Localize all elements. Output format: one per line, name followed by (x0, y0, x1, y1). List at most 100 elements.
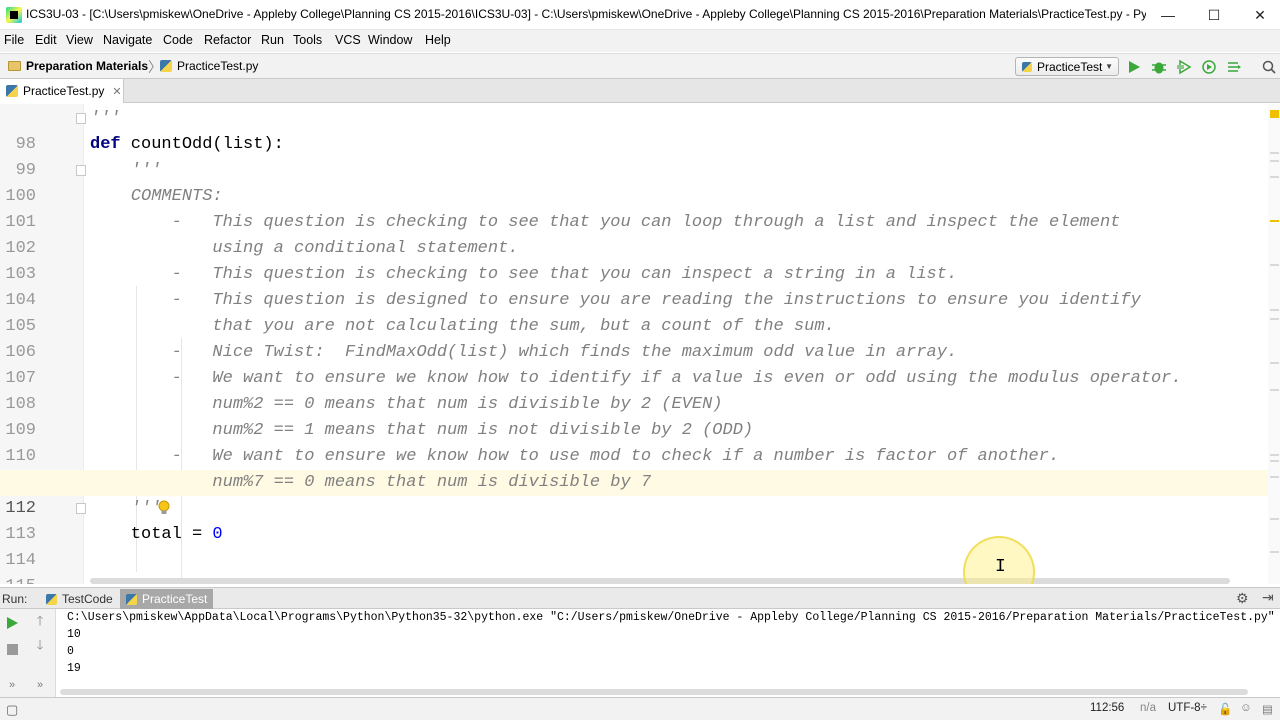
console-output-line: 10 (67, 628, 81, 641)
code-text: total = 0 (90, 522, 223, 548)
warning-marker[interactable] (1270, 110, 1279, 118)
console-horizontal-scrollbar[interactable] (60, 689, 1248, 695)
tasks-icon[interactable] (1225, 58, 1243, 76)
run-tab-label: TestCode (62, 592, 113, 606)
run-tab-practicetest[interactable]: PracticeTest (120, 589, 214, 609)
breadcrumb-file-label: PracticeTest.py (177, 59, 259, 73)
menu-refactor[interactable]: Refactor (204, 33, 251, 47)
code-line-current: 112 num%7 == 0 means that num is divisib… (0, 470, 1268, 518)
stop-icon[interactable] (4, 641, 20, 657)
code-line: 109 num%2 == 0 means that num is divisib… (0, 392, 1268, 440)
caret-position[interactable]: 112:56 (1090, 702, 1124, 714)
run-toolbar: Run: TestCode PracticeTest ⚙ ⇥ (0, 587, 1280, 609)
marker[interactable] (1270, 454, 1279, 456)
code-line: 101 COMMENTS: (0, 184, 1268, 232)
close-button[interactable]: ✕ (1237, 0, 1280, 30)
coverage-icon[interactable] (1175, 58, 1193, 76)
code-line: 104 - This question is checking to see t… (0, 262, 1268, 310)
code-editor[interactable]: 98 ''' 99 def countOdd(list): 100 ''' 10… (0, 104, 1280, 584)
code-text: COMMENTS: (90, 187, 223, 206)
status-bar: ▢ 112:56 n/a UTF-8÷ 🔓 ☺ ▤ (0, 697, 1280, 720)
code-text: that you are not calculating the sum, bu… (90, 317, 835, 336)
code-line: 106 that you are not calculating the sum… (0, 314, 1268, 362)
fold-marker-icon[interactable] (76, 113, 86, 124)
code-line: 111 - We want to ensure we know how to u… (0, 444, 1268, 492)
menu-vcs[interactable]: VCS (335, 33, 361, 47)
marker[interactable] (1270, 176, 1279, 178)
menu-view[interactable]: View (66, 33, 93, 47)
code-line: 98 ''' (0, 106, 1268, 154)
run-tab-testcode[interactable]: TestCode (40, 589, 119, 609)
editor-tab-bar: PracticeTest.py ✕ (0, 79, 1280, 103)
tool-windows-icon[interactable]: ▢ (6, 702, 18, 718)
menu-file[interactable]: File (4, 33, 24, 47)
marker[interactable] (1270, 309, 1279, 311)
maximize-button[interactable]: ☐ (1191, 0, 1237, 30)
fold-marker-icon[interactable] (76, 165, 86, 176)
rerun-icon[interactable] (4, 615, 20, 631)
menu-window[interactable]: Window (368, 33, 412, 47)
menu-run[interactable]: Run (261, 33, 284, 47)
code-text: num%7 == 0 means that num is divisible b… (90, 473, 652, 492)
folder-icon (8, 61, 21, 71)
number-literal: 0 (212, 525, 223, 544)
marker[interactable] (1270, 160, 1279, 162)
up-arrow-icon[interactable]: 🡑 (32, 613, 48, 631)
encoding-status[interactable]: UTF-8÷ (1168, 702, 1207, 714)
code-text: - This question is checking to see that … (90, 213, 1121, 232)
run-configuration-select[interactable]: PracticeTest ▼ (1015, 57, 1119, 76)
marker[interactable] (1270, 476, 1279, 478)
more-icon[interactable]: » (32, 677, 48, 693)
run-console[interactable]: 🡑 🡓 » » C:\Users\pmiskew\AppData\Local\P… (0, 609, 1280, 697)
console-output-line: 0 (67, 645, 74, 658)
inspector-icon[interactable]: ☺ (1240, 702, 1252, 714)
code-text: def countOdd(list): (90, 132, 284, 158)
navigation-bar: Preparation Materials 〉 PracticeTest.py … (0, 53, 1280, 79)
marker[interactable] (1270, 551, 1279, 553)
marker[interactable] (1270, 362, 1279, 364)
python-file-icon (160, 60, 172, 72)
lock-icon[interactable]: 🔓 (1218, 702, 1232, 716)
marker[interactable] (1270, 518, 1279, 520)
code-line: 113 ''' (0, 496, 1268, 544)
warning-marker[interactable] (1270, 220, 1279, 222)
breadcrumb-file[interactable]: PracticeTest.py (160, 59, 258, 73)
code-line: 105 - This question is designed to ensur… (0, 288, 1268, 336)
profile-icon[interactable] (1200, 58, 1218, 76)
code-line: 114 total = 0 (0, 522, 1268, 570)
keyword-def: def (90, 135, 121, 154)
close-icon[interactable]: ✕ (112, 85, 121, 98)
minimize-button[interactable]: — (1145, 0, 1191, 30)
tab-label: PracticeTest.py (23, 84, 105, 98)
line-separator-status: n/a (1140, 702, 1156, 714)
menu-navigate[interactable]: Navigate (103, 33, 152, 47)
marker[interactable] (1270, 389, 1279, 391)
marker[interactable] (1270, 460, 1279, 462)
debug-icon[interactable] (1150, 58, 1168, 76)
fold-marker-icon[interactable] (76, 503, 86, 514)
down-arrow-icon[interactable]: 🡓 (32, 637, 48, 655)
console-output-line: C:\Users\pmiskew\AppData\Local\Programs\… (67, 611, 1275, 624)
hide-panel-icon[interactable]: ⇥ (1262, 589, 1274, 606)
marker[interactable] (1270, 152, 1279, 154)
error-stripe[interactable] (1268, 104, 1280, 584)
gear-icon[interactable]: ⚙ (1236, 590, 1249, 607)
menu-code[interactable]: Code (163, 33, 193, 47)
menu-edit[interactable]: Edit (35, 33, 57, 47)
search-icon[interactable] (1260, 58, 1278, 76)
expand-icon[interactable]: » (4, 677, 20, 693)
chevron-down-icon: ▼ (1105, 62, 1113, 71)
code-text: - We want to ensure we know how to use m… (90, 447, 1060, 466)
run-icon[interactable] (1125, 58, 1143, 76)
tab-practicetest-py[interactable]: PracticeTest.py ✕ (0, 79, 124, 103)
horizontal-scrollbar[interactable] (90, 578, 1230, 584)
notifications-icon[interactable]: ▤ (1262, 702, 1273, 716)
code-text: - Nice Twist: FindMaxOdd(list) which fin… (90, 343, 958, 362)
menu-help[interactable]: Help (425, 33, 451, 47)
menu-tools[interactable]: Tools (293, 33, 322, 47)
code-line: 108 - We want to ensure we know how to i… (0, 366, 1268, 414)
breadcrumb-folder[interactable]: Preparation Materials (8, 59, 148, 73)
marker[interactable] (1270, 318, 1279, 320)
python-file-icon (46, 593, 57, 605)
marker[interactable] (1270, 264, 1279, 266)
